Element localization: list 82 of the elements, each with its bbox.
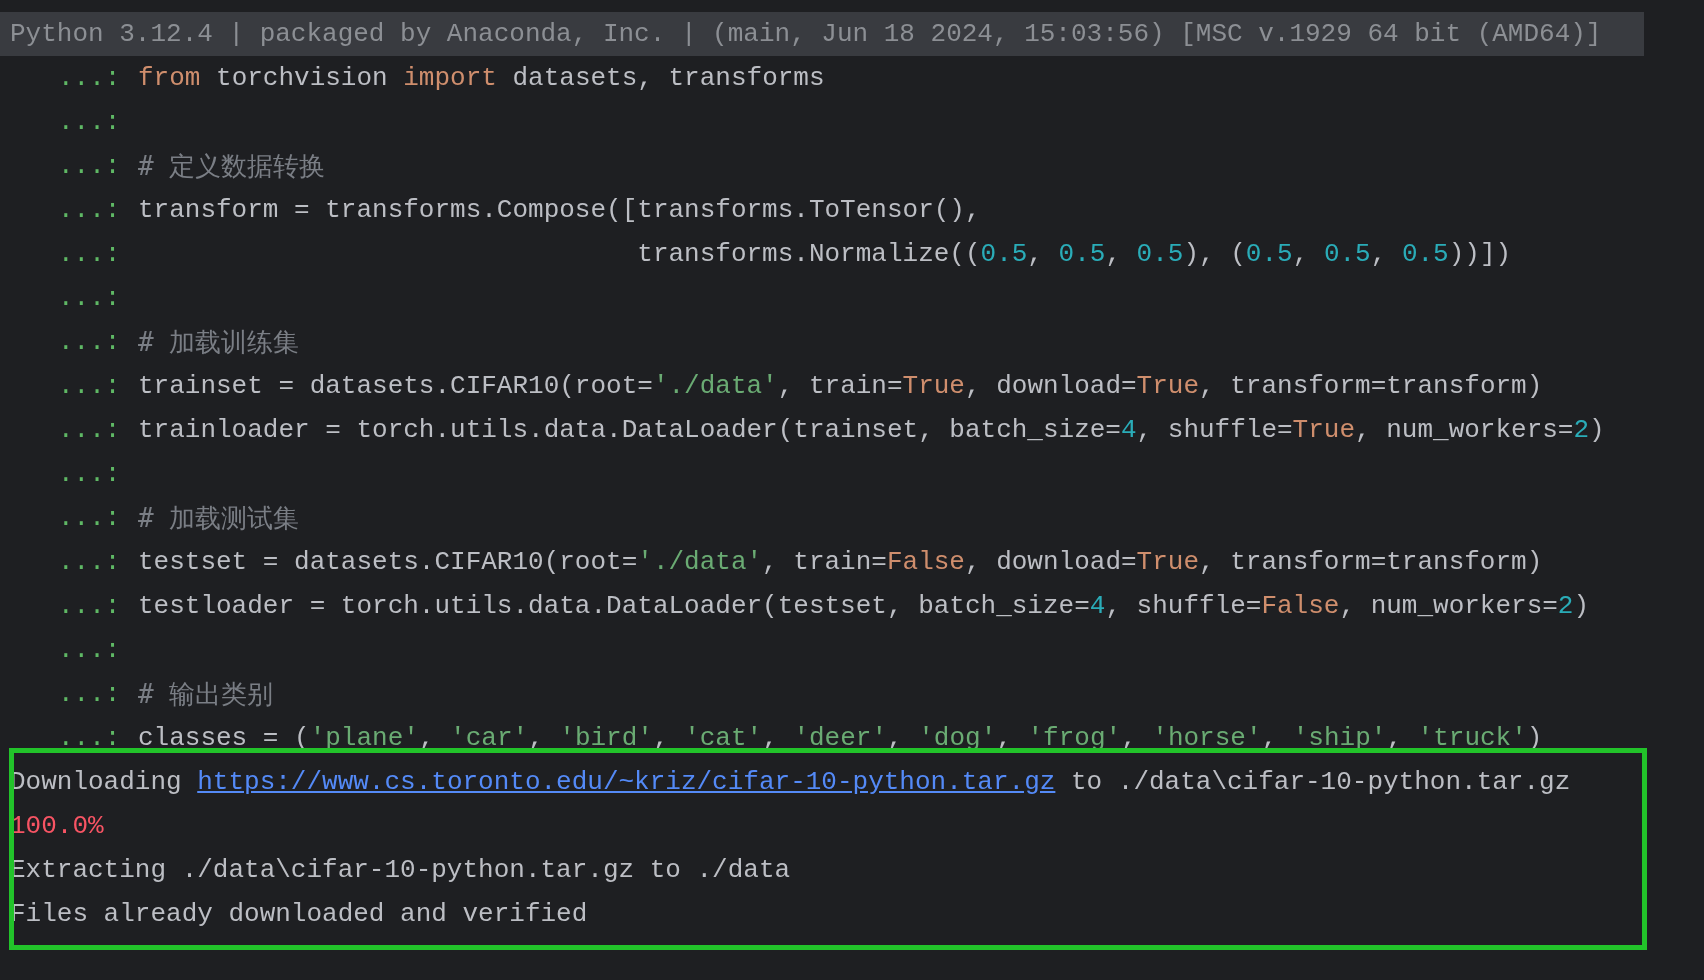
code-text: transforms.Normalize(( [636,238,981,271]
keyword: True [902,370,965,403]
prompt-marker: ...: [57,282,122,315]
number-literal: 2 [1573,414,1590,447]
number-literal: 0.5 [1245,238,1293,271]
prompt-marker: ...: [57,62,122,95]
string-literal: 'deer' [793,722,887,755]
code-text: trainloader = torch.utils.data.DataLoader(trainset, batch_size= [138,414,1121,447]
console-header: Python 3.12.4 | packaged by Anaconda, Inc. | (main, Jun 18 2024, 15:03:56) [MSC v.1929 64 bit (AMD64)] [0,12,1644,56]
keyword: import [403,62,497,95]
number-literal: 4 [1089,590,1106,623]
string-literal: 'truck' [1417,722,1527,755]
prompt-marker: ...: [57,590,122,623]
code-text: , shuffle= [1136,414,1293,447]
prompt-marker: ...: [57,546,122,579]
prompt-marker: ...: [57,150,122,183]
code-text: , [1027,238,1044,271]
string-literal: 'cat' [684,722,763,755]
number-literal: 4 [1120,414,1137,447]
prompt-marker: ...: [57,106,122,139]
code-text: , train= [777,370,903,403]
code-text: testset = datasets.CIFAR10(root= [138,546,638,579]
prompt-marker: ...: [57,502,122,535]
code-text: ) [1573,590,1590,623]
number-literal: 0.5 [1401,238,1449,271]
prompt-marker: ...: [57,458,122,491]
keyword: True [1136,370,1200,403]
prompt-marker: ...: [57,634,122,667]
prompt-marker: ...: [57,414,122,447]
code-text: datasets, transforms [511,62,825,95]
code-text: to ./data\cifar-10-python.tar.gz [1069,766,1571,799]
prompt-marker: ...: [57,370,122,403]
prompt-marker: ...: [57,678,122,711]
code-text: trainset = datasets.CIFAR10(root= [138,370,653,403]
code-text: transform = transforms.Compose([transforms.ToTensor(), [138,194,981,227]
code-text: , download= [964,370,1137,403]
code-text: , transform=transform) [1199,546,1543,579]
keyword: False [886,546,965,579]
code-text: ), ( [1183,238,1246,271]
code-text: , train= [762,546,887,579]
string-literal: 'car' [450,722,529,755]
code-text: testloader = torch.utils.data.DataLoader(testset, batch_size= [138,590,1090,623]
prompt-marker: ...: [57,326,122,359]
code-text: ) [1589,414,1605,447]
string-literal: 'dog' [918,722,997,755]
progress-text: 100.0% [10,810,104,843]
string-literal: 'plane' [309,722,419,755]
code-comment: # 加载训练集 [138,326,300,359]
code-text: , [1105,238,1122,271]
keyword: True [1136,546,1199,579]
string-literal: 'ship' [1292,722,1387,755]
code-comment: # 输出类别 [138,678,274,711]
keyword: True [1292,414,1356,447]
code-text: Extracting ./data\cifar-10-python.tar.gz to ./data [10,854,791,887]
code-text: , transform=transform) [1199,370,1543,403]
prompt-marker: ...: [57,194,122,227]
number-literal: 0.5 [1058,238,1106,271]
code-text: , num_workers= [1355,414,1574,447]
number-literal: 0.5 [1323,238,1371,271]
prompt-marker: ...: [57,238,122,271]
number-literal: 0.5 [980,238,1028,271]
code-text: , num_workers= [1339,590,1558,623]
string-literal: 'bird' [559,722,653,755]
code-comment: # 加载测试集 [138,502,300,535]
string-literal: 'horse' [1152,722,1262,755]
string-literal: './data' [637,546,763,579]
code-comment: # 定义数据转换 [138,150,326,183]
number-literal: 2 [1557,590,1574,623]
download-link[interactable]: https://www.cs.toronto.edu/~kriz/cifar-10-python.tar.gz [197,760,1056,804]
code-text: ))]) [1448,238,1512,271]
code-text: , [1370,238,1388,271]
code-text: , [1292,238,1310,271]
code-text: , shuffle= [1105,590,1262,623]
keyword: from [138,62,201,95]
code-text: Downloading [10,766,183,799]
number-literal: 0.5 [1136,238,1184,271]
keyword: False [1261,590,1340,623]
code-text: , download= [964,546,1137,579]
prompt-marker: ...: [57,722,122,755]
string-literal: 'frog' [1027,722,1122,755]
string-literal: './data' [652,370,778,403]
code-text: torchvision [215,62,389,95]
